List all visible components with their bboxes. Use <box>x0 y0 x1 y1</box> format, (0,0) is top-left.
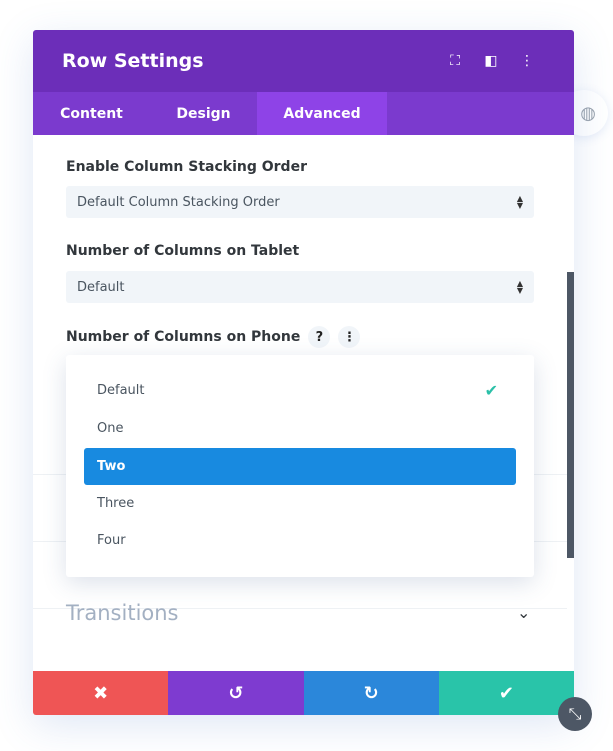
settings-body: Enable Column Stacking Order Default Col… <box>33 135 574 676</box>
field-label: Enable Column Stacking Order <box>66 159 307 175</box>
redo-button[interactable]: ↻ <box>303 671 439 715</box>
chevron-down-icon[interactable]: ⌄ <box>517 603 530 622</box>
tab-content[interactable]: Content <box>33 92 150 135</box>
undo-icon: ↺ <box>228 682 244 704</box>
row-settings-modal: Row Settings ⛶ ◧ ⋮ Content Design Advanc… <box>33 30 574 715</box>
fullscreen-icon[interactable]: ⛶ <box>437 53 473 69</box>
tab-bar: Content Design Advanced <box>33 92 574 135</box>
field-menu-icon[interactable]: ⋮ <box>338 326 361 348</box>
dropdown-option-two[interactable]: Two <box>84 448 516 485</box>
dropdown-option-three[interactable]: Three <box>84 485 516 522</box>
scrollbar[interactable] <box>567 272 574 558</box>
select-value: Default Column Stacking Order <box>77 194 280 210</box>
column-stacking-select[interactable]: Default Column Stacking Order ▲ ▼ <box>66 186 534 218</box>
modal-title: Row Settings <box>62 50 204 72</box>
undo-button[interactable]: ↺ <box>168 671 304 715</box>
cancel-button[interactable]: ✖ <box>33 671 169 715</box>
modal-footer: ✖ ↺ ↻ ✔ <box>33 671 574 715</box>
dropdown-option-one[interactable]: One <box>84 410 516 447</box>
modal-header: Row Settings ⛶ ◧ ⋮ <box>33 30 574 92</box>
dropdown-option-default[interactable]: Default ✔ <box>84 372 516 409</box>
sidebar-layout-icon[interactable]: ◧ <box>473 53 509 69</box>
close-icon: ✖ <box>93 682 109 704</box>
field-label-phone: Number of Columns on Phone? ⋮ <box>66 326 361 348</box>
save-button[interactable]: ✔ <box>438 671 574 715</box>
tab-advanced[interactable]: Advanced <box>257 92 387 135</box>
select-arrows-icon: ▲ ▼ <box>516 279 523 295</box>
resize-handle-icon[interactable]: ⤡ <box>558 697 592 731</box>
field-label: Number of Columns on Tablet <box>66 243 300 259</box>
tab-design[interactable]: Design <box>150 92 257 135</box>
help-icon[interactable]: ? <box>308 326 331 348</box>
select-arrows-icon: ▲ ▼ <box>516 194 523 210</box>
checkmark-icon: ✔ <box>484 381 498 400</box>
more-vertical-icon[interactable]: ⋮ <box>509 53 545 69</box>
dropdown-option-four[interactable]: Four <box>84 522 516 559</box>
select-value: Default <box>77 279 125 295</box>
redo-icon: ↻ <box>363 682 379 704</box>
field-label-text: Number of Columns on Phone <box>66 329 301 345</box>
tablet-columns-select[interactable]: Default ▲ ▼ <box>66 271 534 303</box>
option-label: Default <box>97 383 145 398</box>
check-icon: ✔ <box>498 682 514 704</box>
section-title-transitions[interactable]: Transitions <box>66 601 179 625</box>
phone-columns-dropdown: Default ✔ One Two Three Four <box>66 355 534 577</box>
